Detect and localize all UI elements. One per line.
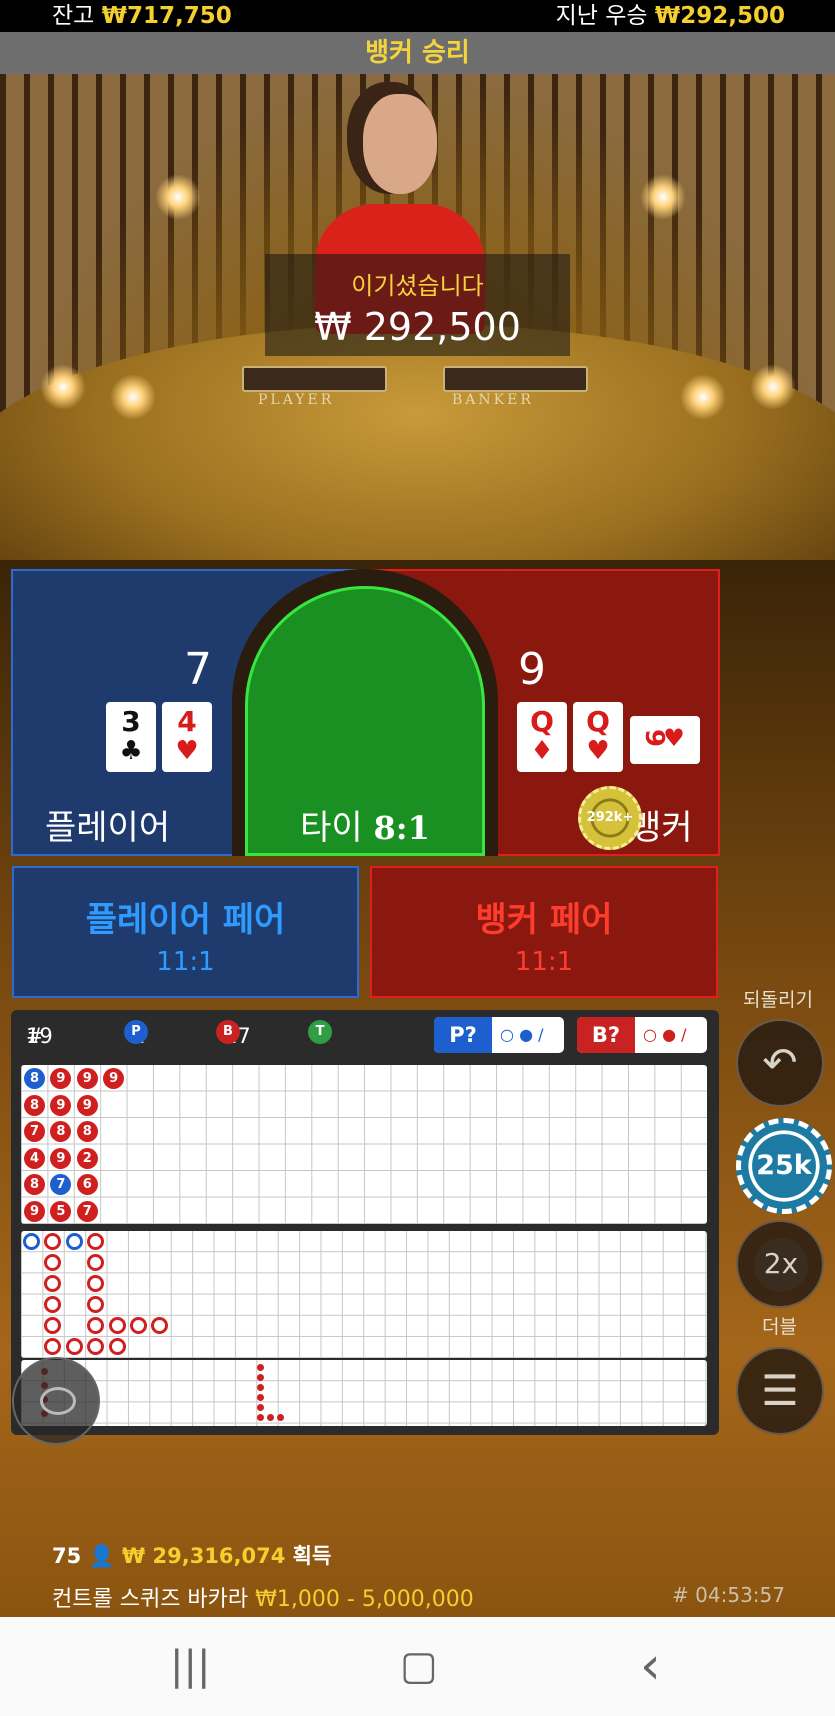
double-label: 더블 [762, 1316, 797, 1338]
player-tray-label: PLAYER [258, 392, 335, 408]
banker-predict-button[interactable]: B? ○ ● / [577, 1017, 707, 1053]
win-overlay: 이기셨습니다 ₩ 292,500 [265, 254, 570, 356]
bead-result: 9 [50, 1094, 72, 1116]
chat-button[interactable] [12, 1357, 100, 1445]
banker-card-2: Q ♥ [573, 702, 623, 772]
undo-button[interactable]: ↶ [736, 1019, 824, 1107]
bead-result: 7 [50, 1174, 72, 1195]
banker-pair-label: 뱅커 페어 [475, 900, 613, 940]
bead-result: 6 [76, 1174, 98, 1195]
result-banner: 뱅커 승리 [0, 32, 835, 74]
menu-button[interactable]: ☰ [736, 1347, 824, 1435]
banker-card-1: Q ♦ [517, 702, 567, 772]
tie-label-text: 타이 [300, 808, 363, 848]
tie-bet-label: 타이 8:1 [245, 800, 485, 849]
last-win-label: 지난 우승 [555, 3, 648, 29]
status-bar: 잔고 ₩717,750 지난 우승 ₩292,500 [0, 0, 835, 32]
won-label: 획득 [292, 1544, 332, 1568]
last-win: 지난 우승 ₩292,500 [556, 0, 785, 32]
player-card-1: 3 ♣ [106, 702, 156, 772]
player-score: 7 [184, 644, 212, 695]
player-badge-icon: P [124, 1020, 148, 1044]
placed-chip[interactable]: 292k+ [578, 786, 642, 850]
bead-result: 4 [24, 1147, 45, 1169]
double-value: 2x [754, 1238, 808, 1292]
bead-result: 8 [24, 1094, 45, 1116]
banker-card-tray [443, 366, 588, 392]
bet-limits: ₩1,000 - 5,000,000 [255, 1587, 474, 1612]
bead-result: 9 [50, 1147, 72, 1169]
stage-light [40, 364, 86, 410]
bead-result: 8 [24, 1068, 45, 1089]
banker-pair-odds: 11:1 [514, 947, 574, 977]
player-win-count: P 2 [124, 1020, 148, 1052]
recents-icon[interactable]: ||| [170, 1643, 210, 1689]
tie-badge-icon: T [308, 1020, 332, 1044]
bead-result: 5 [50, 1200, 72, 1222]
balance: 잔고 ₩717,750 [52, 0, 232, 32]
player-bet-label: 플레이어 [45, 808, 171, 848]
chat-bubble-icon [40, 1387, 76, 1415]
tie-odds: 8:1 [373, 809, 430, 847]
bead-result: 8 [76, 1121, 98, 1142]
home-icon[interactable]: ▢ [400, 1643, 438, 1689]
player-card-2: 4 ♥ [162, 702, 212, 772]
win-amount: ₩ 292,500 [314, 305, 521, 349]
bead-result: 8 [50, 1121, 72, 1142]
predict-icons: ○ ● / [500, 1025, 544, 1044]
stage-light [680, 374, 726, 420]
bead-result: 7 [24, 1121, 45, 1142]
stage-light [750, 364, 796, 410]
bead-result: 9 [76, 1094, 98, 1116]
banker-score: 9 [518, 644, 546, 695]
player-pair-odds: 11:1 [156, 947, 215, 977]
big-road [21, 1231, 707, 1358]
bead-result: 9 [76, 1068, 98, 1089]
tie-count: T 0 [308, 1020, 332, 1052]
bead-road: 8874899989759982679 [21, 1065, 707, 1224]
live-video: 이기셨습니다 ₩ 292,500 PLAYER BANKER [0, 74, 835, 560]
bead-result: 9 [103, 1068, 125, 1089]
player-predict-button[interactable]: P? ○ ● / [434, 1017, 564, 1053]
back-icon[interactable]: ‹ [640, 1640, 661, 1692]
player-pair-bet-spot[interactable]: 플레이어 페어 11:1 [12, 866, 359, 998]
system-nav-bar: ||| ▢ ‹ [0, 1617, 835, 1716]
player-card-tray [242, 366, 387, 392]
banker-predict-label: B? [577, 1017, 635, 1053]
stage-light [640, 174, 686, 220]
undo-label: 되돌리기 [743, 989, 813, 1011]
bead-result: 7 [76, 1200, 98, 1222]
undo-arrow-icon: ↶ [762, 1038, 798, 1087]
table-info: 컨트롤 스퀴즈 바카라 ₩1,000 - 5,000,000 [52, 1581, 474, 1613]
bead-result: 9 [24, 1200, 45, 1222]
balance-value: ₩717,750 [101, 3, 232, 29]
banker-tray-label: BANKER [452, 392, 534, 408]
table-stats: 75 👤 ₩ 29,316,074 획득 [52, 1540, 331, 1570]
round-id: # 04:53:57 [672, 1583, 785, 1607]
bead-result: 2 [76, 1147, 98, 1169]
win-label: 이기셨습니다 [351, 272, 484, 300]
stage-light [155, 174, 201, 220]
double-button[interactable]: 2x [736, 1220, 824, 1308]
predict-icons: ○ ● / [643, 1025, 687, 1044]
player-pair-label: 플레이어 페어 [85, 900, 286, 940]
total-won: ₩ 29,316,074 [122, 1544, 286, 1568]
banker-card-3: 9♥ [630, 716, 700, 764]
banker-pair-bet-spot[interactable]: 뱅커 페어 11:1 [370, 866, 718, 998]
derived-roads [21, 1360, 707, 1426]
player-count: 75 [52, 1544, 82, 1568]
last-win-value: ₩292,500 [654, 3, 785, 29]
table-name: 컨트롤 스퀴즈 바카라 [52, 1587, 249, 1612]
chip-selector[interactable]: 25k [736, 1118, 832, 1214]
hamburger-menu-icon: ☰ [761, 1366, 799, 1415]
stage-light [110, 374, 156, 420]
baccarat-table [0, 324, 835, 560]
bead-result: 9 [50, 1068, 72, 1089]
person-icon: 👤 [88, 1544, 115, 1568]
balance-label: 잔고 [52, 3, 95, 29]
banker-win-count: B 17 [216, 1020, 251, 1052]
bead-result: 8 [24, 1174, 45, 1195]
player-predict-label: P? [434, 1017, 492, 1053]
banker-badge-icon: B [216, 1020, 240, 1044]
